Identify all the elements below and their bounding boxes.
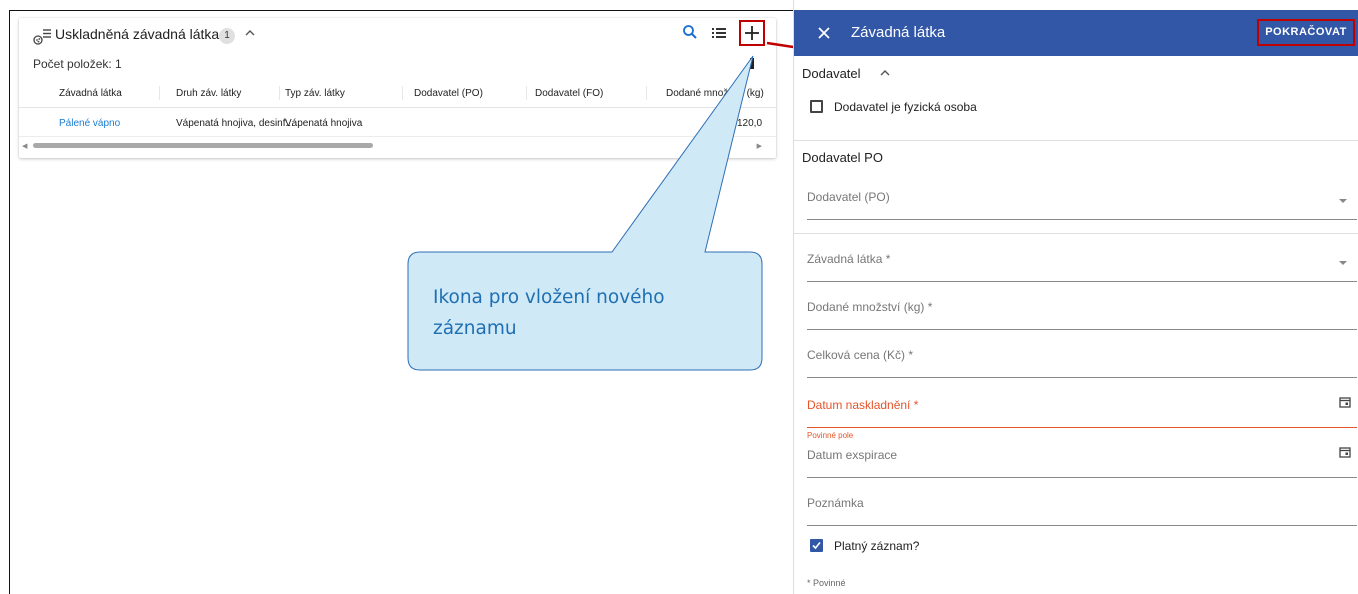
note-input[interactable]: Poznámka (807, 496, 1357, 526)
storage-icon (33, 29, 51, 45)
chevron-up-icon[interactable] (243, 26, 257, 40)
price-input[interactable]: Celková cena (Kč) * (807, 348, 1357, 378)
field-label: Datum exspirace (807, 448, 898, 462)
divider (794, 233, 1358, 234)
required-note: * Povinné (807, 578, 846, 588)
column-toggle[interactable] (750, 58, 754, 69)
column-header[interactable]: Druh záv. látky (176, 88, 241, 99)
column-header[interactable]: Dodavatel (FO) (535, 88, 603, 99)
plus-icon (745, 26, 759, 40)
add-record-button[interactable] (739, 20, 765, 46)
column-separator (526, 86, 527, 100)
scroll-left-icon[interactable]: ◀ (22, 142, 27, 150)
calendar-icon[interactable] (1339, 396, 1351, 408)
count-badge: 1 (219, 28, 235, 44)
table-header: Závadná látka Druh záv. látky Typ záv. l… (19, 78, 776, 108)
field-label: Datum naskladnění * (807, 398, 919, 412)
scroll-right-icon[interactable]: ▶ (757, 142, 762, 150)
supplier-is-person-checkbox[interactable] (810, 100, 823, 113)
table-cell: Vápenatá hnojiva (285, 118, 363, 129)
field-label: Závadná látka * (807, 252, 891, 266)
field-label: Celková cena (Kč) * (807, 348, 914, 362)
field-label: Dodané množství (kg) * (807, 300, 933, 314)
scroll-thumb[interactable] (33, 143, 373, 148)
amount-input[interactable]: Dodané množství (kg) * (807, 300, 1357, 330)
supplier-po-select[interactable]: Dodavatel (PO) (807, 190, 1357, 220)
checkmark-icon (812, 541, 821, 550)
expiry-date-input[interactable]: Datum exspirace (807, 446, 1357, 478)
item-count: Počet položek: 1 (33, 57, 122, 71)
column-header[interactable]: Typ záv. látky (285, 88, 345, 99)
field-label: Dodavatel (PO) (807, 190, 890, 204)
column-header[interactable]: Závadná látka (59, 88, 122, 99)
chevron-up-icon[interactable] (878, 66, 892, 80)
valid-record-checkbox[interactable] (810, 539, 823, 552)
pane-border-left (9, 10, 10, 594)
error-message: Povinné pole (807, 431, 854, 440)
field-label: Poznámka (807, 496, 864, 510)
table-cell: 120,0 (737, 118, 763, 129)
column-header[interactable]: Dodané množství (kg) (666, 88, 764, 99)
table-row[interactable]: Pálené vápno Vápenatá hnojiva, desinf...… (19, 109, 776, 137)
substance-select[interactable]: Závadná látka * (807, 252, 1357, 282)
list-icon[interactable] (711, 25, 727, 41)
stock-date-input[interactable]: Datum naskladnění * (807, 396, 1357, 428)
valid-record-label: Platný záznam? (834, 539, 920, 553)
list-pane: Uskladněná závadná látka 1 Počet položek… (0, 0, 800, 594)
substance-card: Uskladněná závadná látka 1 Počet položek… (19, 18, 776, 158)
dropdown-arrow-icon (1339, 199, 1347, 203)
callout-text: Ikona pro vložení nového záznamu (433, 287, 665, 339)
supplier-is-person-label: Dodavatel je fyzická osoba (834, 100, 977, 114)
table-cell: Vápenatá hnojiva, desinf... (176, 118, 294, 129)
horizontal-scrollbar[interactable]: ◀ ▶ (19, 140, 776, 150)
panel-title: Závadná látka (851, 24, 946, 41)
close-icon[interactable] (816, 25, 832, 41)
panel-header: Závadná látka POKRAČOVAT (794, 10, 1358, 56)
pane-border-top (9, 10, 793, 11)
divider (794, 140, 1358, 141)
dropdown-arrow-icon (1339, 261, 1347, 265)
card-title: Uskladněná závadná látka (55, 26, 220, 42)
column-separator (159, 86, 160, 100)
column-separator (279, 86, 280, 100)
substance-link[interactable]: Pálené vápno (59, 118, 120, 129)
detail-panel: Závadná látka POKRAČOVAT Dodavatel Dodav… (793, 0, 1358, 594)
section-po-title: Dodavatel PO (802, 150, 883, 165)
search-icon[interactable] (682, 24, 698, 40)
column-separator (646, 86, 647, 100)
column-separator (402, 86, 403, 100)
column-header[interactable]: Dodavatel (PO) (414, 88, 483, 99)
continue-button[interactable]: POKRAČOVAT (1257, 19, 1355, 46)
section-supplier-title: Dodavatel (802, 66, 861, 81)
calendar-icon[interactable] (1339, 446, 1351, 458)
